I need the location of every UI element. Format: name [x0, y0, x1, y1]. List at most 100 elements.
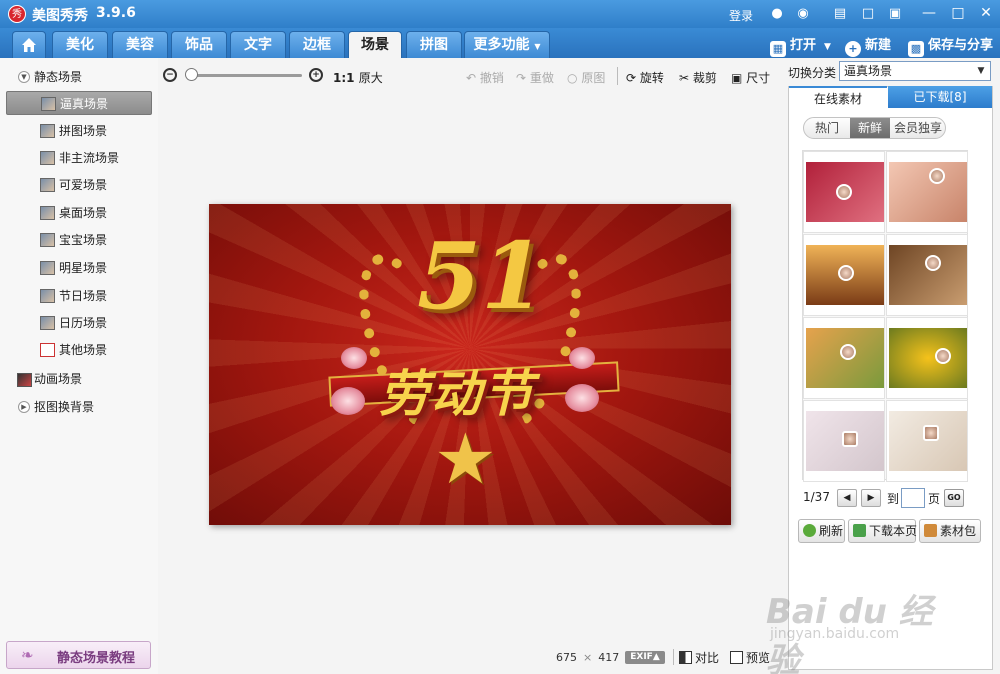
redo-button[interactable]: ↷ 重做 [516, 69, 554, 86]
thumb-coffee-cup[interactable] [886, 234, 968, 316]
refresh-button[interactable]: 刷新 [798, 519, 845, 543]
home-tab[interactable] [12, 31, 46, 58]
preview-button[interactable]: 预览 [730, 649, 770, 666]
tab-downloaded[interactable]: 已下载[8] [888, 86, 992, 108]
sidebar-item-nonmainstream[interactable]: 非主流场景 [6, 146, 152, 170]
open-dropdown-icon[interactable]: ▼ [824, 42, 831, 52]
compare-icon [679, 651, 692, 664]
sidebar-item-other[interactable]: 其他场景 [6, 338, 152, 362]
sidebar-item-baby[interactable]: 宝宝场景 [6, 228, 152, 252]
zoom-in-icon[interactable]: + [309, 68, 323, 82]
tab-accessories[interactable]: 饰品 [171, 31, 227, 58]
sidebar-item-realistic[interactable]: 逼真场景 [6, 91, 152, 115]
rotate-button[interactable]: ⟳ 旋转 [626, 69, 664, 86]
zoom-slider-track[interactable] [188, 74, 302, 77]
folder-icon: ▦ [770, 41, 786, 57]
message-icon[interactable]: □ [859, 5, 877, 23]
collapse-icon[interactable]: ▼ [18, 71, 30, 83]
face-placeholder [842, 431, 858, 447]
save-share-button[interactable]: ▩ 保存与分享 [908, 34, 993, 57]
sidebar-item-calendar[interactable]: 日历场景 [6, 311, 152, 335]
prev-page-button[interactable]: ◀ [837, 489, 857, 507]
goto-label: 到 [887, 492, 900, 506]
filter-hot[interactable]: 热门 [806, 118, 848, 138]
tab-text[interactable]: 文字 [230, 31, 286, 58]
page-unit-label: 页 [928, 492, 941, 506]
crop-button[interactable]: ✂ 裁剪 [679, 69, 717, 86]
qq-icon[interactable]: ● [768, 5, 786, 23]
sidebar-item-label: 逼真场景 [60, 97, 109, 111]
static-scene-tutorial-button[interactable]: ❧ 静态场景教程 [6, 641, 151, 669]
thumb-image [806, 245, 884, 305]
thumb-heart-hands[interactable] [886, 151, 968, 233]
login-link[interactable]: 登录 [729, 7, 753, 24]
thumb-hearts-red[interactable] [803, 151, 885, 233]
thumb-paper-cup[interactable] [886, 400, 968, 482]
tab-beauty[interactable]: 美容 [112, 31, 168, 58]
redo-label: 重做 [529, 71, 554, 85]
resize-button[interactable]: ▣ 尺寸 [731, 69, 770, 86]
undo-label: 撤销 [479, 71, 504, 85]
sidebar-item-holiday[interactable]: 节日场景 [6, 284, 152, 308]
original-image-button[interactable]: ○ 原图 [567, 69, 605, 86]
go-button[interactable]: GO [944, 489, 964, 507]
zoom-out-icon[interactable]: − [163, 68, 177, 82]
sidebar-item-collage[interactable]: 拼图场景 [6, 119, 152, 143]
sidebar-item-desktop[interactable]: 桌面场景 [6, 201, 152, 225]
tab-beautify[interactable]: 美化 [52, 31, 108, 58]
maximize-icon[interactable]: □ [946, 3, 970, 23]
filter-vip[interactable]: 会员独享 [892, 118, 944, 138]
more-features-menu[interactable]: 更多功能 ▼ [464, 31, 550, 58]
expand-icon[interactable]: ▶ [18, 401, 30, 413]
thumb-sunflowers[interactable] [886, 317, 968, 399]
rose-decoration [341, 347, 367, 369]
page-number-input[interactable] [901, 488, 925, 508]
minimize-icon[interactable]: — [917, 3, 941, 23]
thumb-white-flower[interactable] [803, 317, 885, 399]
cutout-background-label: 抠图换背景 [34, 400, 95, 414]
zoom-slider-thumb[interactable] [185, 68, 199, 81]
open-button[interactable]: ▦ 打开 ▼ [770, 34, 831, 57]
material-filter-group: 热门 新鲜 会员独享 [803, 117, 946, 139]
tab-frame[interactable]: 边框 [289, 31, 345, 58]
undo-button[interactable]: ↶ 撤销 [466, 69, 504, 86]
original-image-label: 原图 [581, 71, 606, 85]
cutout-background-group[interactable]: ▶ 抠图换背景 [0, 396, 158, 418]
feedback-icon[interactable]: ▣ [886, 5, 904, 23]
actual-size-button[interactable]: 1:1 原大 [333, 69, 383, 86]
new-button[interactable]: + 新建 [845, 34, 891, 57]
tab-online-materials[interactable]: 在线素材 [789, 86, 887, 108]
compare-button[interactable]: 对比 [679, 649, 719, 666]
thumb-white-daisies[interactable] [803, 400, 885, 482]
sidebar-item-label: 明星场景 [59, 261, 108, 275]
scene-thumb-icon [40, 178, 55, 192]
category-dropdown[interactable]: 逼真场景 ▼ [839, 61, 991, 81]
refresh-label: 刷新 [819, 524, 844, 538]
material-pack-button[interactable]: 素材包 [919, 519, 981, 543]
tab-scene[interactable]: 场景 [348, 31, 402, 58]
sidebar-item-label: 桌面场景 [59, 206, 108, 220]
animated-scene-group[interactable]: 动画场景 [0, 368, 158, 390]
next-page-button[interactable]: ▶ [861, 489, 881, 507]
skin-icon[interactable]: ▤ [831, 5, 849, 23]
animated-scene-label: 动画场景 [34, 372, 83, 386]
face-placeholder [935, 348, 951, 364]
sidebar-item-cute[interactable]: 可爱场景 [6, 173, 152, 197]
animated-scene-icon [17, 373, 32, 387]
close-icon[interactable]: ✕ [974, 3, 998, 23]
package-icon [924, 524, 937, 537]
image-height: 417 [598, 651, 620, 664]
static-scene-group[interactable]: ▼ 静态场景 [0, 66, 158, 88]
sidebar-item-celebrity[interactable]: 明星场景 [6, 256, 152, 280]
scene-category-sidebar: ▼ 静态场景 逼真场景 拼图场景 非主流场景 可爱场景 桌面场景 宝宝场景 明星… [0, 58, 158, 674]
sidebar-item-label: 节日场景 [59, 289, 108, 303]
weibo-icon[interactable]: ◉ [794, 5, 812, 23]
exif-button[interactable]: EXIF▲ [625, 651, 665, 664]
download-page-button[interactable]: 下载本页 [848, 519, 917, 543]
scene-preview-image[interactable]: 51 劳动节 ★ [209, 204, 731, 525]
thumb-sunset-heart[interactable] [803, 234, 885, 316]
filter-new[interactable]: 新鲜 [850, 118, 890, 138]
tab-collage[interactable]: 拼图 [406, 31, 462, 58]
app-version: 3.9.6 [96, 5, 136, 21]
save-icon: ▩ [908, 41, 924, 57]
